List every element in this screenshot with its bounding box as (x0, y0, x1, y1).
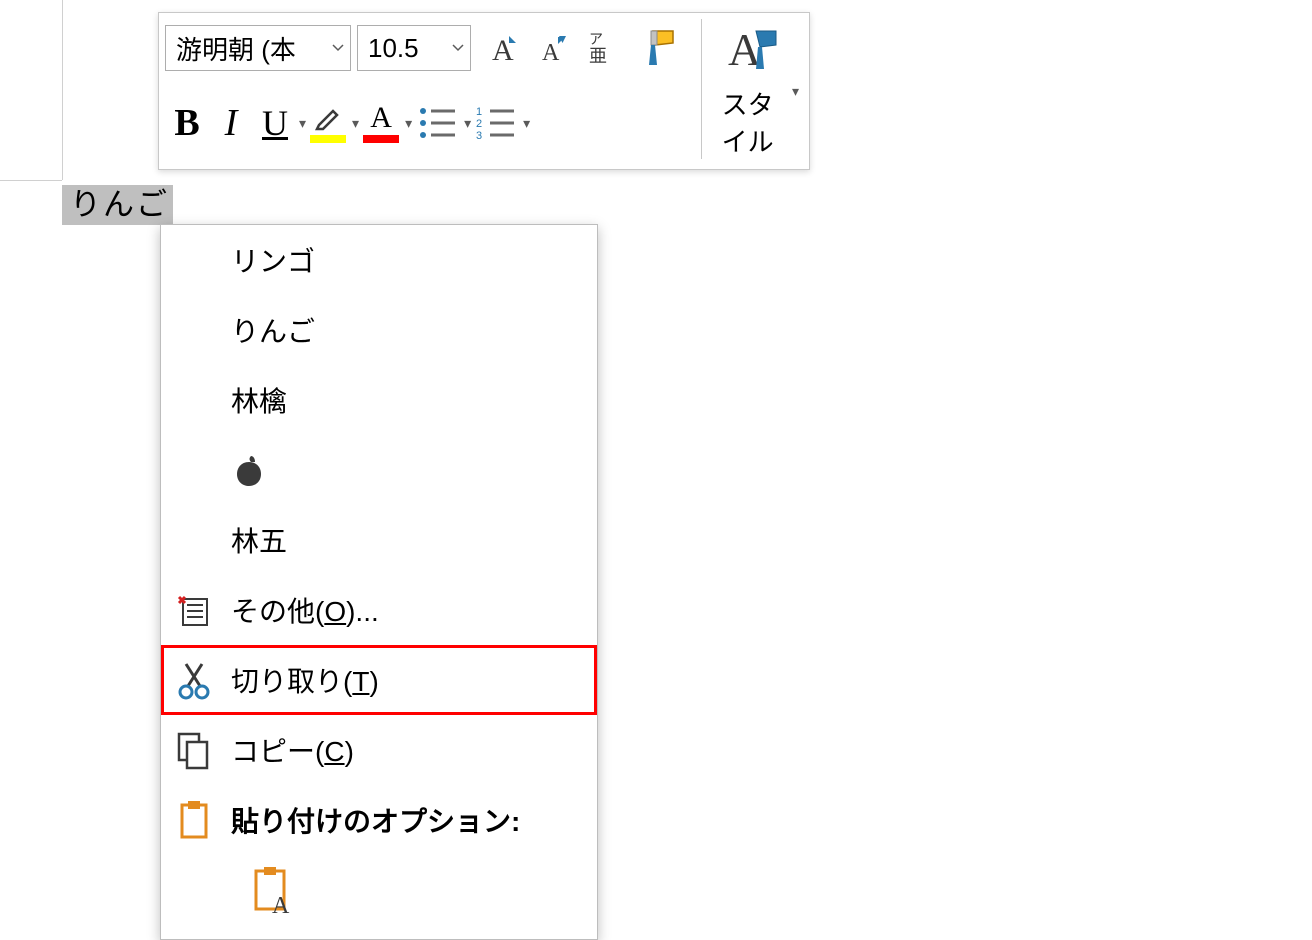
underline-dropdown-icon[interactable]: ▾ (299, 115, 306, 132)
ime-candidate-label: りんご (231, 310, 581, 350)
svg-text:1: 1 (476, 106, 482, 118)
ime-candidate-label: 林檎 (231, 380, 581, 420)
ime-candidate-apple-icon (231, 452, 581, 488)
clipboard-icon (171, 797, 217, 843)
svg-text:2: 2 (476, 118, 482, 130)
ime-other-label: その他(O)... (231, 590, 581, 630)
bullet-list-button[interactable]: ▾ (412, 96, 471, 150)
svg-text:A: A (542, 40, 560, 66)
cut-item[interactable]: 切り取り(T) (161, 645, 597, 715)
paste-options-label: 貼り付けのオプション: (231, 800, 581, 840)
styles-icon: A (724, 23, 780, 81)
highlight-dropdown-icon[interactable]: ▾ (352, 115, 359, 132)
italic-button[interactable]: I (209, 96, 253, 150)
ime-candidate-2[interactable]: 林檎 (161, 365, 597, 435)
ime-candidate-1[interactable]: りんご (161, 295, 597, 365)
font-name-value: 游明朝 (本 (166, 30, 326, 67)
font-size-value: 10.5 (358, 33, 446, 64)
bold-button[interactable]: B (165, 96, 209, 150)
ime-candidate-4[interactable]: 林五 (161, 505, 597, 575)
cut-label: 切り取り(T) (231, 660, 581, 700)
font-size-combo[interactable]: 10.5 (357, 25, 471, 71)
format-painter-button[interactable] (627, 18, 689, 78)
ruler-guide-vertical (62, 0, 63, 180)
copy-label: コピー(C) (231, 730, 581, 770)
copy-item[interactable]: コピー(C) (161, 715, 597, 785)
ruler-guide-horizontal (0, 180, 62, 181)
font-name-dropdown-icon[interactable] (326, 26, 350, 70)
paste-text-only-button[interactable]: A (241, 859, 305, 923)
number-list-button[interactable]: 1 2 3 ▾ (471, 96, 530, 150)
styles-dropdown-icon[interactable]: ▾ (792, 83, 799, 100)
highlight-icon (306, 96, 350, 150)
ime-other-item[interactable]: その他(O)... (161, 575, 597, 645)
font-color-dropdown-icon[interactable]: ▾ (405, 115, 412, 132)
ime-candidate-3[interactable] (161, 435, 597, 505)
copy-icon (171, 727, 217, 773)
number-list-icon: 1 2 3 (471, 96, 521, 150)
font-color-button[interactable]: A ▾ (359, 96, 412, 150)
font-name-combo[interactable]: 游明朝 (本 (165, 25, 351, 71)
font-color-icon: A (359, 96, 403, 150)
shrink-font-button[interactable]: A (527, 23, 577, 73)
paste-options-row: A (161, 855, 597, 939)
cut-icon (171, 657, 217, 703)
svg-text:A: A (272, 893, 290, 917)
mini-toolbar: 游明朝 (本 10.5 A (158, 12, 810, 170)
ime-candidate-0[interactable]: リンゴ (161, 225, 597, 295)
font-size-dropdown-icon[interactable] (446, 26, 470, 70)
underline-button[interactable]: U ▾ (253, 96, 306, 150)
paste-text-only-icon: A (250, 865, 296, 917)
styles-gallery-button[interactable]: A スタイル (718, 17, 786, 165)
svg-text:亜: 亜 (589, 46, 607, 66)
highlight-color-button[interactable]: ▾ (306, 96, 359, 150)
ime-candidate-label: 林五 (231, 520, 581, 560)
ime-candidate-label: リンゴ (231, 240, 581, 280)
context-menu: リンゴ りんご 林檎 林五 そ (160, 224, 598, 940)
dictionary-icon (171, 587, 217, 633)
toolbar-separator (701, 19, 702, 159)
number-list-dropdown-icon[interactable]: ▾ (523, 115, 530, 132)
styles-label: スタイル (722, 85, 782, 159)
bullet-list-dropdown-icon[interactable]: ▾ (464, 115, 471, 132)
phonetic-guide-button[interactable]: ア 亜 (577, 23, 627, 73)
paste-options-header: 貼り付けのオプション: (161, 785, 597, 855)
selected-text[interactable]: りんご (62, 185, 173, 225)
svg-text:ア: ア (589, 31, 603, 47)
bullet-list-icon (412, 96, 462, 150)
grow-font-button[interactable]: A (477, 23, 527, 73)
svg-text:3: 3 (476, 130, 482, 141)
